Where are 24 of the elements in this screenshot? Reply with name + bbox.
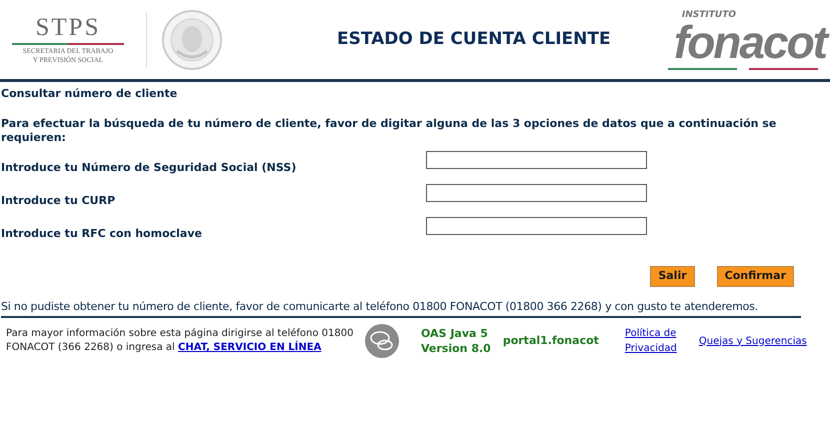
field-label: Introduce tu RFC con homoclave (1, 226, 203, 242)
chat-bubbles-icon (365, 324, 399, 358)
version-text: Version 8.0 (421, 341, 491, 356)
field-label: Introduce tu CURP (1, 193, 116, 209)
seal-drawing (161, 8, 223, 70)
help-note: Si no pudiste obtener tu número de cliente, favor de comunicarte al teléfono 01800 FONACOT (01800 366 2268) y con gusto te atenderemos. (1, 298, 801, 318)
input-field[interactable] (426, 184, 647, 202)
complaints-link[interactable]: Quejas y Sugerencias (698, 334, 807, 348)
chat-link[interactable]: CHAT, SERVICIO EN LÍNEA (178, 342, 322, 353)
logo-caption: INSTITUTO (682, 10, 736, 20)
section-title: Consultar número de cliente (1, 86, 178, 102)
confirm-button[interactable]: Confirmar (716, 266, 794, 286)
privacy-link[interactable]: Política de Privacidad (624, 326, 685, 356)
server-name: portal1.fonacot (502, 332, 599, 349)
field-label: Introduce tu Número de Seguridad Social (NSS) (1, 160, 298, 176)
logo-name: STPS (36, 14, 100, 40)
input-field[interactable] (426, 150, 647, 168)
logo-name: fonacot (674, 20, 826, 64)
instructions-text: Para efectuar la búsqueda de tu número de cliente, favor de digitar alguna de las 3 opciones de datos que a continuación se requieren: (1, 116, 778, 144)
exit-button[interactable]: Salir (650, 266, 695, 286)
footer-info: Para mayor información sobre esta página dirigirse al teléfono 01800 FONACOT (366 2268) o ingresa al CHAT, SERVICIO EN LÍNEA (6, 327, 354, 355)
page-title: ESTADO DE CUENTA CLIENTE (337, 28, 611, 51)
input-field[interactable] (426, 216, 647, 234)
version-text: OAS Java 5 (421, 326, 489, 341)
